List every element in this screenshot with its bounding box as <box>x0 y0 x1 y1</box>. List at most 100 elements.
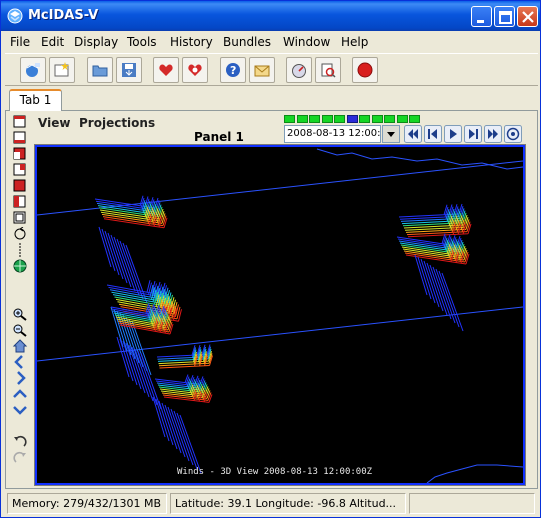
menu-help[interactable]: Help <box>341 35 368 49</box>
status-extra <box>409 493 535 514</box>
east-view-icon[interactable] <box>12 179 28 193</box>
save-button[interactable] <box>116 57 142 83</box>
menu-bar: File Edit Display Tools History Bundles … <box>5 33 538 52</box>
wind-barb-stem <box>173 410 194 466</box>
zoom-in-icon[interactable] <box>12 307 28 321</box>
animation-frame[interactable] <box>409 115 420 123</box>
main-window: McIDAS-V File Edit Display Tools History… <box>0 0 541 518</box>
wind-barbs-layer <box>94 195 472 474</box>
rotate-view-icon[interactable] <box>12 227 28 241</box>
pan-right-icon[interactable] <box>12 371 28 385</box>
animation-frame[interactable] <box>296 115 308 123</box>
vertical-scale-icon[interactable] <box>12 243 28 257</box>
new-display-icon <box>26 63 40 77</box>
new-window-icon <box>54 62 69 77</box>
animation-frame[interactable] <box>284 115 295 123</box>
animation-frame[interactable] <box>359 115 370 123</box>
mcidas-app-icon <box>7 8 23 24</box>
view-menu[interactable]: View <box>38 116 70 130</box>
animation-time-field[interactable]: 2008-08-13 12:00:00Z <box>284 125 381 143</box>
animation-frame[interactable] <box>334 115 345 123</box>
wind-barb-stem <box>432 266 452 320</box>
tab-1[interactable]: Tab 1 <box>9 89 62 111</box>
animation-frame[interactable] <box>309 115 320 123</box>
menu-bundles[interactable]: Bundles <box>223 35 271 49</box>
favorite-button[interactable] <box>153 57 179 83</box>
map-display-canvas[interactable]: Winds - 3D View 2008-08-13 12:00:00Z <box>34 144 526 486</box>
animation-frame[interactable] <box>371 115 383 123</box>
manage-favorites-icon <box>188 64 202 76</box>
open-icon <box>92 65 108 77</box>
dashboard-icon <box>292 64 306 78</box>
wind-barb-stem <box>414 254 428 296</box>
top-view-icon[interactable] <box>12 115 28 129</box>
projections-menu[interactable]: Projections <box>79 116 155 130</box>
wind-barb-stem <box>137 350 158 406</box>
display-label: Winds - 3D View 2008-08-13 12:00:00Z <box>177 467 373 477</box>
help-icon: ? <box>226 63 240 77</box>
animation-properties-icon[interactable] <box>504 125 522 143</box>
open-button[interactable] <box>87 57 113 83</box>
wind-barb-stem <box>134 348 154 402</box>
home-icon[interactable] <box>12 339 28 353</box>
next-frame-icon[interactable] <box>464 125 482 143</box>
reset-view-icon[interactable] <box>12 211 28 225</box>
maximize-button[interactable] <box>494 6 515 27</box>
dashboard-button[interactable] <box>286 57 312 83</box>
data-explorer-icon <box>321 63 336 78</box>
wind-barb-stem <box>98 226 112 268</box>
close-icon <box>522 11 534 23</box>
west-view-icon[interactable] <box>12 195 28 209</box>
data-explorer-button[interactable] <box>315 57 341 83</box>
manage-favorites-button[interactable] <box>182 57 208 83</box>
memory-status: Memory: 279/432/1301 MB <box>7 493 167 514</box>
wind-barb-stem <box>110 306 124 348</box>
globe-icon[interactable] <box>12 259 28 273</box>
new-window-button[interactable] <box>49 57 75 83</box>
pan-up-icon[interactable] <box>12 387 28 401</box>
tab-panel: View Projections Panel 1 2008-08-13 12:0… <box>5 111 538 489</box>
animation-frame[interactable] <box>384 115 395 123</box>
help-button[interactable]: ? <box>220 57 246 83</box>
wind-barb-stem <box>429 264 448 316</box>
first-frame-icon[interactable] <box>404 125 422 143</box>
menu-window[interactable]: Window <box>283 35 330 49</box>
chevron-down-icon <box>387 132 395 137</box>
save-icon <box>122 63 136 77</box>
south-view-icon[interactable] <box>12 163 28 177</box>
new-display-button[interactable] <box>20 57 46 83</box>
bottom-view-icon[interactable] <box>12 131 28 145</box>
tab-strip: Tab 1 <box>5 89 538 111</box>
toolbar: ? <box>5 53 538 86</box>
previous-frame-icon[interactable] <box>424 125 442 143</box>
redo-icon[interactable] <box>12 451 28 465</box>
menu-tools[interactable]: Tools <box>127 35 157 49</box>
mail-icon <box>254 65 270 77</box>
animation-frame-current[interactable] <box>346 115 358 123</box>
north-view-icon[interactable] <box>12 147 28 161</box>
zoom-out-icon[interactable] <box>12 323 28 337</box>
close-button[interactable] <box>517 6 538 27</box>
menu-file[interactable]: File <box>10 35 30 49</box>
animation-frame[interactable] <box>396 115 408 123</box>
wind-barb-stem <box>170 408 190 462</box>
menu-edit[interactable]: Edit <box>41 35 64 49</box>
maximize-icon <box>499 11 512 24</box>
minimize-button[interactable] <box>471 6 492 27</box>
coast-line <box>426 464 523 483</box>
time-dropdown-button[interactable] <box>382 125 400 143</box>
wind-barb-stem <box>116 238 136 292</box>
menu-display[interactable]: Display <box>74 35 118 49</box>
title-bar[interactable]: McIDAS-V <box>1 1 540 31</box>
undo-icon[interactable] <box>12 435 28 449</box>
mail-button[interactable] <box>249 57 275 83</box>
pan-down-icon[interactable] <box>12 403 28 417</box>
menu-history[interactable]: History <box>170 35 213 49</box>
last-frame-icon[interactable] <box>484 125 502 143</box>
play-icon[interactable] <box>444 125 462 143</box>
animation-frame[interactable] <box>321 115 333 123</box>
pan-left-icon[interactable] <box>12 355 28 369</box>
stop-button[interactable] <box>352 57 378 83</box>
status-bar: Memory: 279/432/1301 MB Latitude: 39.1 L… <box>5 493 538 515</box>
location-status: Latitude: 39.1 Longitude: -96.8 Altitud.… <box>170 493 406 514</box>
